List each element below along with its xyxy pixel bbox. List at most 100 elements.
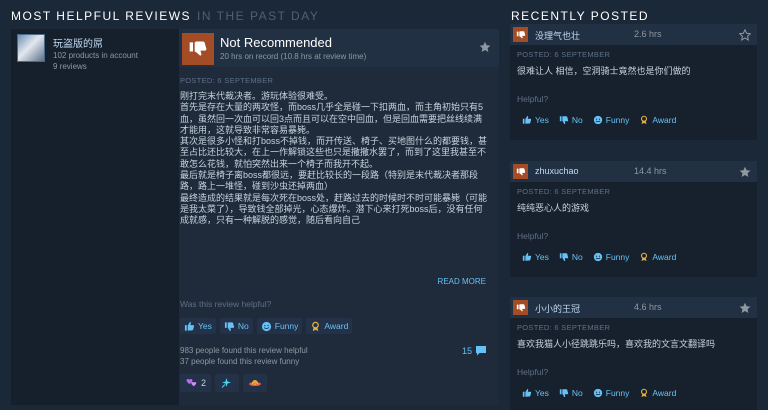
award-button[interactable]: Award [639,252,676,262]
recent-review-text[interactable]: 很难让人 相信，空洞骑士竟然也是你们做的 [517,64,691,77]
vote-no-label: No [571,252,583,262]
review-body: 刚打完末代裁决者。游玩体验很难受。 首先是存在大量的两攻怪，而boss几乎全是碰… [180,91,488,263]
author-reviews[interactable]: 9 reviews [53,61,138,72]
vote-yes-button[interactable]: Yes [522,388,549,398]
review-verdict[interactable]: Not Recommended [220,35,332,50]
award-label: Award [652,388,677,398]
author-meta: 102 products in account 9 reviews [53,50,138,72]
recent-vote-buttons: Yes No Funny Award [522,388,676,398]
thumbs-down-icon [559,389,569,398]
helpful-count: 983 people found this review helpful [180,346,308,355]
recent-review-card: zhuxuchao 14.4 hrs POSTED: 6 SEPTEMBER 纯… [510,161,757,277]
sparkle-icon [221,378,232,388]
section-title: MOST HELPFUL REVIEWS [11,9,192,23]
vote-funny-button[interactable]: Funny [593,388,630,398]
vote-yes-label: Yes [198,321,212,331]
thumbs-down-icon [559,116,569,125]
star-icon[interactable] [739,165,751,183]
thumbs-down-icon [182,33,214,65]
vote-funny-button[interactable]: Funny [593,252,629,262]
recent-review-header[interactable]: zhuxuchao 14.4 hrs [510,161,757,182]
vote-yes-button[interactable]: Yes [522,252,549,262]
vote-funny-button[interactable]: Funny [256,318,303,334]
read-more-link[interactable]: READ MORE [438,277,486,286]
author-products[interactable]: 102 products in account [53,50,138,61]
recent-review-posted: POSTED: 6 SEPTEMBER [517,50,611,59]
vote-no-label: No [571,115,583,125]
recent-review-header[interactable]: 没理气也壮 2.6 hrs [510,24,757,45]
recent-review-hours: 14.4 hrs [634,166,667,176]
vote-yes-label: Yes [535,388,549,398]
ufo-icon [249,380,262,386]
comments-link[interactable]: 15 [462,345,487,356]
award-badge[interactable] [243,374,268,392]
awards-row: 2 [180,374,268,392]
award-label: Award [652,115,677,125]
award-label: Award [652,252,677,262]
section-header: MOST HELPFUL REVIEWS IN THE PAST DAY [11,9,319,23]
award-badge[interactable]: 2 [180,374,212,392]
star-icon[interactable] [738,28,752,46]
recent-review-user[interactable]: zhuxuchao [535,166,579,176]
award-button[interactable]: Award [639,388,676,398]
recent-review-text[interactable]: 纯纯恶心人的游戏 [517,201,589,214]
star-icon[interactable] [479,40,491,58]
recently-posted-panel: 没理气也壮 2.6 hrs POSTED: 6 SEPTEMBER 很难让人 相… [510,24,757,410]
funny-icon [261,321,271,331]
award-icon [641,252,648,262]
recent-review-user[interactable]: 没理气也壮 [535,29,580,42]
recent-review-card: 没理气也壮 2.6 hrs POSTED: 6 SEPTEMBER 很难让人 相… [510,24,757,140]
funny-icon [593,388,602,398]
thumbs-down-icon [513,164,528,179]
recent-title: RECENTLY POSTED [511,9,650,23]
vote-no-label: No [237,321,249,331]
comment-count: 15 [462,345,473,356]
helpful-question: Was this review helpful? [180,299,272,309]
vote-funny-label: Funny [605,115,630,125]
funny-icon [593,115,602,125]
verdict-bar[interactable]: Not Recommended 20 hrs on record (10.8 h… [179,29,499,67]
vote-no-button[interactable]: No [219,318,253,334]
author-name[interactable]: 玩盗版的屌 [53,35,103,50]
vote-yes-button[interactable]: Yes [180,318,216,334]
award-icon [641,115,648,125]
award-icon [641,388,648,398]
recent-review-card: 小小的王冠 4.6 hrs POSTED: 6 SEPTEMBER 喜欢我猫人小… [510,297,757,410]
vote-yes-label: Yes [535,252,549,262]
recent-vote-buttons: Yes No Funny Award [522,115,676,125]
thumbs-down-icon [224,321,234,331]
thumbs-up-icon [184,321,195,331]
recent-review-hours: 2.6 hrs [634,29,662,39]
award-badge[interactable] [215,374,240,392]
vote-yes-button[interactable]: Yes [522,115,549,125]
vote-no-button[interactable]: No [559,388,583,398]
thumbs-down-icon [513,300,528,315]
vote-no-button[interactable]: No [559,115,583,125]
award-button[interactable]: Award [306,318,353,334]
review-posted-date: POSTED: 6 SEPTEMBER [180,76,274,85]
award-label: Award [324,321,349,331]
recent-helpful-question: Helpful? [517,231,549,241]
star-icon[interactable] [739,301,751,319]
vote-funny-label: Funny [605,388,630,398]
award-button[interactable]: Award [639,115,676,125]
recent-review-text[interactable]: 喜欢我猫人小径跳跳乐吗，喜欢我的文言文翻译吗 [517,337,715,350]
vote-no-button[interactable]: No [559,252,583,262]
review-body-text: 刚打完末代裁决者。游玩体验很难受。 首先是存在大量的两攻怪，而boss几乎全是碰… [180,91,488,226]
comment-icon [476,346,487,356]
award-icon [312,321,320,331]
thumbs-up-icon [522,388,532,397]
vote-no-label: No [571,388,583,398]
recent-review-user[interactable]: 小小的王冠 [535,302,580,315]
section-subtitle: IN THE PAST DAY [197,9,320,23]
hearts-icon [186,379,197,387]
recent-review-header[interactable]: 小小的王冠 4.6 hrs [510,297,757,318]
vote-funny-button[interactable]: Funny [593,115,630,125]
recent-vote-buttons: Yes No Funny Award [522,252,676,262]
vote-buttons: Yes No Funny Award [180,318,353,334]
thumbs-down-icon [559,253,569,262]
vote-funny-label: Funny [274,321,299,331]
review-hours: 20 hrs on record (10.8 hrs at review tim… [220,52,367,61]
avatar[interactable] [17,34,45,62]
thumbs-up-icon [522,115,532,124]
